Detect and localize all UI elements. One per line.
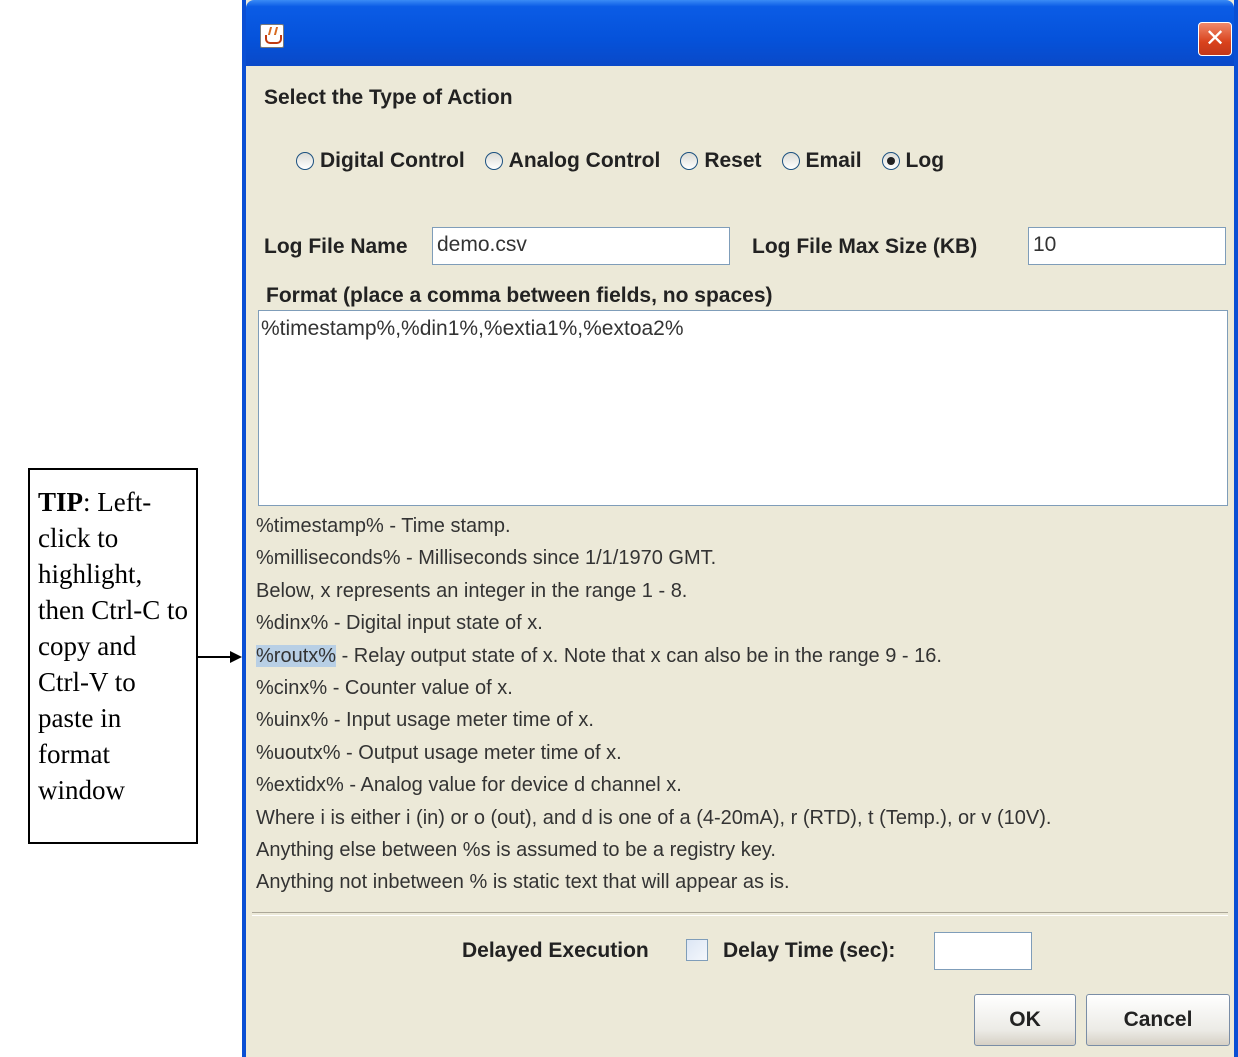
help-line[interactable]: Anything not inbetween % is static text … — [256, 866, 1051, 898]
help-line[interactable]: %uoutx% - Output usage meter time of x. — [256, 737, 1051, 769]
selected-text-highlight[interactable]: %routx% — [256, 644, 337, 667]
radio-digital-control[interactable]: Digital Control — [296, 149, 465, 173]
close-button[interactable]: ✕ — [1198, 22, 1232, 56]
ok-button[interactable]: OK — [974, 994, 1076, 1046]
help-line[interactable]: %milliseconds% - Milliseconds since 1/1/… — [256, 542, 1051, 574]
radio-log[interactable]: Log — [881, 149, 945, 173]
radio-label: Digital Control — [320, 149, 465, 172]
log-file-max-size-label: Log File Max Size (KB) — [752, 235, 978, 258]
delayed-execution-checkbox[interactable] — [686, 939, 708, 961]
help-line[interactable]: Anything else between %s is assumed to b… — [256, 834, 1051, 866]
help-line[interactable]: %uinx% - Input usage meter time of x. — [256, 704, 1051, 736]
action-dialog: ✕ Select the Type of Action Digital Cont… — [242, 0, 1238, 1057]
help-line[interactable]: %dinx% - Digital input state of x. — [256, 607, 1051, 639]
format-textarea[interactable]: %timestamp%,%din1%,%extia1%,%extoa2% — [258, 310, 1228, 506]
help-line[interactable]: Where i is either i (in) or o (out), and… — [256, 802, 1051, 834]
radio-analog-control[interactable]: Analog Control — [484, 149, 661, 173]
java-app-icon — [260, 24, 284, 48]
radio-icon[interactable] — [484, 152, 503, 170]
help-line[interactable]: %timestamp% - Time stamp. — [256, 510, 1051, 542]
log-file-max-size-field[interactable]: 10 — [1028, 227, 1226, 265]
help-line-highlighted[interactable]: %routx% - Relay output state of x. Note … — [256, 640, 1051, 672]
radio-icon[interactable] — [781, 152, 800, 170]
section-title: Select the Type of Action — [264, 86, 513, 109]
help-line[interactable]: %extidx% - Analog value for device d cha… — [256, 769, 1051, 801]
radio-icon[interactable] — [296, 152, 314, 170]
radio-email[interactable]: Email — [781, 149, 862, 173]
separator — [252, 912, 1228, 916]
format-label: Format (place a comma between fields, no… — [266, 284, 773, 307]
title-bar[interactable]: ✕ — [246, 0, 1234, 66]
tip-heading: TIP — [38, 487, 84, 517]
radio-reset[interactable]: Reset — [680, 149, 762, 173]
tip-text: : Left-click to highlight, then Ctrl-C t… — [38, 487, 188, 805]
help-line-rest[interactable]: - Relay output state of x. Note that x c… — [336, 645, 942, 667]
radio-label: Email — [805, 149, 862, 172]
radio-label: Reset — [704, 149, 762, 172]
tip-callout: TIP: Left-click to highlight, then Ctrl-… — [28, 468, 198, 844]
tip-arrow-head-icon — [230, 651, 242, 663]
help-line[interactable]: Below, x represents an integer in the ra… — [256, 575, 1051, 607]
cancel-button[interactable]: Cancel — [1086, 994, 1230, 1046]
delay-time-label: Delay Time (sec): — [723, 939, 896, 962]
radio-selected-icon[interactable] — [881, 152, 900, 170]
radio-label: Log — [905, 149, 945, 172]
tip-arrow-line — [198, 656, 232, 658]
log-file-name-field[interactable]: demo.csv — [432, 227, 730, 265]
format-help-list: %timestamp% - Time stamp. %milliseconds%… — [256, 510, 1051, 899]
radio-icon[interactable] — [680, 152, 699, 170]
log-file-name-label: Log File Name — [264, 235, 408, 258]
radio-label: Analog Control — [508, 149, 661, 172]
help-line[interactable]: %cinx% - Counter value of x. — [256, 672, 1051, 704]
delay-time-field[interactable] — [934, 932, 1032, 970]
action-type-radio-group: Digital Control Analog Control Reset Ema… — [296, 145, 964, 177]
delayed-execution-label: Delayed Execution — [462, 939, 649, 962]
